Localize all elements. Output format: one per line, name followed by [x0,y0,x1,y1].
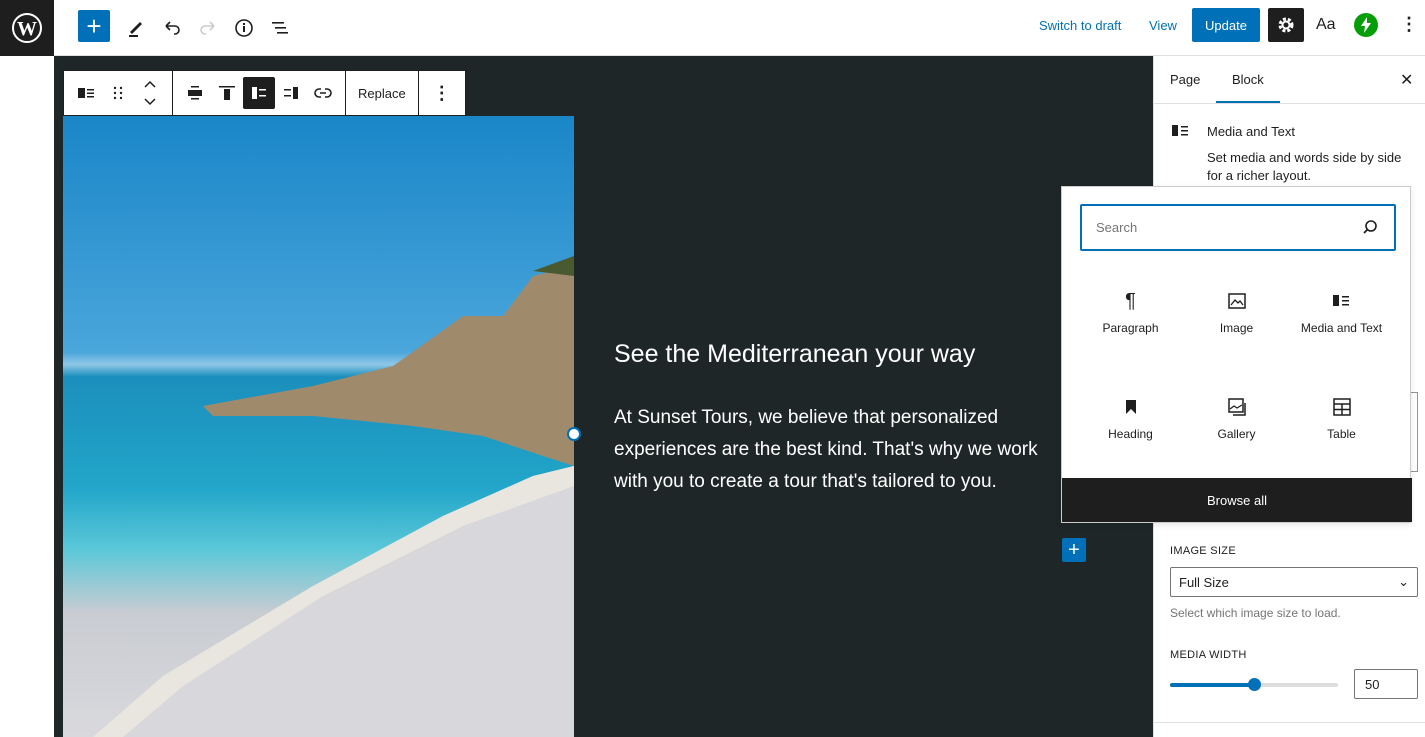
media-text-block-icon[interactable] [70,77,102,109]
view-link[interactable]: View [1149,18,1177,33]
align-top-icon[interactable] [211,77,243,109]
divider [1154,722,1425,723]
bookmark-icon [1078,393,1183,421]
media-text-icon [1172,124,1192,141]
block-label: Media and Text [1300,321,1383,335]
image-size-select[interactable]: Full Size ⌄ [1170,567,1418,597]
block-label: Image [1219,321,1254,335]
media-left-icon[interactable] [243,77,275,109]
beach-image[interactable] [63,116,574,737]
divider [1154,103,1425,104]
block-gallery[interactable]: Gallery [1184,393,1289,442]
styles-button[interactable]: Aa [1316,16,1336,34]
add-block-button[interactable]: + [78,10,110,42]
block-label: Gallery [1217,427,1256,441]
update-button[interactable]: Update [1192,8,1260,42]
settings-gear-icon[interactable] [1268,8,1304,42]
resize-handle[interactable] [567,427,581,441]
info-icon[interactable] [228,12,260,44]
block-inserter-popover: ¶Paragraph Image Media and Text Heading … [1061,186,1412,523]
image-size-value: Full Size [1179,575,1229,590]
block-toolbar: Replace ⋮ [63,70,466,116]
more-options-icon[interactable]: ⋮ [433,83,451,104]
wordpress-logo-icon[interactable]: W [0,0,54,56]
block-title: Media and Text [1207,124,1295,139]
block-label: Heading [1108,427,1153,441]
block-heading[interactable]: Heading [1078,393,1183,442]
undo-icon[interactable] [156,12,188,44]
list-view-icon[interactable] [264,12,296,44]
content-paragraph[interactable]: At Sunset Tours, we believe that persona… [614,402,1054,498]
media-text-icon [1289,287,1394,315]
link-icon[interactable] [307,77,339,109]
replace-button[interactable]: Replace [358,86,406,101]
svg-text:W: W [17,18,37,40]
media-width-input[interactable]: 50 [1354,669,1418,699]
image-size-label: IMAGE SIZE [1170,545,1236,557]
search-icon [1362,219,1378,238]
media-right-icon[interactable] [275,77,307,109]
table-icon [1289,393,1394,421]
media-width-label: MEDIA WIDTH [1170,649,1247,661]
block-label: Paragraph [1102,321,1159,335]
switch-to-draft-link[interactable]: Switch to draft [1039,18,1121,33]
chevron-down-icon: ⌄ [1398,574,1409,589]
jetpack-icon[interactable] [1354,13,1378,37]
block-media-and-text[interactable]: Media and Text [1289,287,1394,336]
tab-page[interactable]: Page [1170,72,1200,87]
block-table[interactable]: Table [1289,393,1394,442]
tab-block[interactable]: Block [1232,72,1264,87]
block-paragraph[interactable]: ¶ Paragraph [1078,287,1183,336]
search-input-wrapper[interactable] [1080,204,1396,251]
search-input[interactable] [1082,206,1342,249]
align-center-icon[interactable] [179,77,211,109]
inline-add-block-button[interactable]: + [1062,538,1086,562]
drag-handle-icon[interactable] [102,77,134,109]
browse-all-button[interactable]: Browse all [1062,478,1412,522]
image-icon [1184,287,1289,315]
media-width-slider[interactable] [1170,678,1338,691]
block-label: Table [1327,427,1356,441]
options-menu-icon[interactable]: ⋮ [1400,14,1418,35]
slider-thumb[interactable] [1248,678,1261,691]
redo-icon[interactable] [192,12,224,44]
block-description: Set media and words side by side for a r… [1207,150,1402,183]
paragraph-icon: ¶ [1125,289,1136,312]
move-up-down-icon[interactable] [134,77,166,109]
image-size-help: Select which image size to load. [1170,606,1341,620]
gallery-icon [1184,393,1289,421]
content-heading[interactable]: See the Mediterranean your way [614,340,975,369]
block-image[interactable]: Image [1184,287,1289,336]
close-icon[interactable]: ✕ [1400,70,1413,90]
pencil-icon[interactable] [120,12,152,44]
